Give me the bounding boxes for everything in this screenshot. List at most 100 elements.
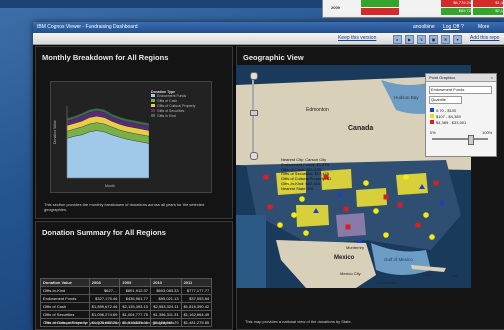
more-link[interactable]: More [478, 22, 489, 33]
legend-swatch [151, 104, 155, 107]
slider-min-label: 0% [430, 130, 436, 135]
pacific-water [236, 215, 266, 288]
table-header: 2009 [119, 278, 151, 287]
table-row: Gifts of Securities $1,096,274.69 $1,004,7… [40, 310, 213, 319]
table-cell-value: $2,158,641.79 [149, 318, 182, 327]
zoom-in-icon[interactable] [250, 72, 258, 80]
table-cell-value: $1,225,657.25 [88, 318, 121, 327]
map-point-marker[interactable] [363, 180, 369, 186]
point-legend-swatch [430, 120, 434, 124]
point-legend-item: $4,389 - $33,001 [430, 120, 492, 126]
map-point-marker[interactable] [383, 232, 389, 238]
field-select[interactable]: Endowment Funds [429, 86, 492, 94]
legend-item: Gifts in Kind [151, 114, 209, 119]
background-cell: $65.72 [441, 8, 471, 15]
background-green-cell [361, 0, 399, 7]
table-row-label: Endowment Funds [40, 294, 90, 303]
point-graphics-title: Point Graphics [429, 75, 456, 80]
email-icon[interactable]: ✉ [441, 35, 450, 44]
map-point-marker[interactable] [423, 212, 429, 218]
point-legend-label: $107 - $4,389 [436, 114, 461, 119]
state-shaded [336, 213, 366, 237]
table-cell-value: $1,096,274.69 [88, 310, 121, 319]
legend-label: Endowment Funds [157, 94, 187, 98]
y-axis-label: Donation Value [53, 120, 57, 144]
map-point-marker[interactable] [267, 204, 273, 210]
table-cell-value: $777,177.77 [180, 286, 213, 295]
map-point-marker[interactable] [429, 234, 435, 240]
geo-caption: This map provides a national view of the… [245, 319, 352, 324]
table-cell-value: $1,481,275.65 [180, 318, 213, 327]
map-label-hudson-bay: Hudson Bay [394, 95, 419, 100]
add-report-link[interactable]: Add this repo [470, 33, 499, 44]
table-row: Gifts of Cultural Property $1,225,657.25 $… [40, 318, 213, 327]
map-label-canada: Canada [348, 125, 374, 132]
toolbar: Keep this version ▸ ▶ ↯ ▣ ✉ ▾ Add this r… [33, 33, 504, 45]
opacity-handle[interactable] [468, 135, 474, 145]
map-label-cuba: Cuba [422, 272, 432, 277]
print-icon[interactable]: ▸ [393, 35, 402, 44]
table-cell-value: $1,356,311.31 [149, 310, 182, 319]
legend-label: Gifts of Securities [157, 109, 185, 113]
table-cell-value: $603,083.33 [149, 286, 182, 295]
metric-select[interactable]: Quantile [429, 96, 462, 104]
table-cell-value: $627,... [88, 286, 121, 295]
map-point-marker[interactable] [433, 180, 439, 186]
table-cell-value: $1,915,535.61 [119, 318, 151, 327]
map-point-marker[interactable] [277, 222, 283, 228]
legend-label: Gifts in Kind [157, 114, 176, 118]
zoom-out-icon[interactable] [250, 152, 258, 160]
x-axis-label: Month [105, 184, 115, 188]
map-point-marker[interactable] [263, 174, 269, 180]
logoff-link[interactable]: Log Off [443, 22, 459, 33]
map-label-guatemala: Guatemala [376, 280, 396, 285]
map-tooltip: Nearest City: Carson City Endowment Funds… [281, 157, 359, 210]
state-shaded [396, 173, 428, 195]
map-point-marker[interactable] [415, 222, 421, 228]
table-row-label: Gifts of Cultural Property [40, 318, 90, 327]
legend-swatch [151, 99, 155, 102]
help-icon[interactable]: ? [461, 22, 464, 33]
state-shaded [356, 188, 387, 207]
legend-label: Gifts of Cultural Property [157, 104, 196, 108]
table-cell-value: $1,899,672.46 [88, 302, 121, 311]
keep-version-link[interactable]: Keep this version [338, 33, 376, 44]
save-icon[interactable]: ▣ [429, 35, 438, 44]
table-row-label: Gifts of Cash [40, 302, 90, 311]
table-row-label: Gifts-In-Kind [40, 286, 90, 295]
zoom-handle[interactable] [250, 110, 258, 116]
point-legend-label: $4,389 - $33,001 [436, 120, 467, 125]
table-cell-value: $891,912.37 [119, 286, 151, 295]
table-header: 2011 [180, 278, 213, 287]
table-row: Gifts of Cash $1,899,672.46 $2,135,393.10 $… [40, 302, 213, 311]
opacity-slider[interactable] [432, 138, 488, 140]
format-icon[interactable]: ▾ [453, 35, 462, 44]
monthly-panel: Monthly Breakdown for All Regions Donati… [35, 46, 233, 219]
map-point-marker[interactable] [397, 202, 403, 208]
map-point-marker[interactable] [291, 212, 297, 218]
table-cell-value: $1,815,390.42 [180, 302, 213, 311]
slider-max-label: 100% [482, 130, 493, 135]
background-cell: $2,1 [473, 8, 503, 15]
table-header: 2010 [149, 278, 182, 287]
drill-icon[interactable]: ↯ [417, 35, 426, 44]
table-header: 2008 [88, 278, 121, 287]
legend-swatch [151, 114, 155, 117]
map-label-monterrey: Monterrey [346, 245, 365, 250]
user-name: anoolbine [413, 24, 435, 30]
monthly-caption: This section provides the monthly breakd… [44, 202, 205, 212]
map-point-marker[interactable] [303, 230, 309, 236]
summary-title: Donation Summary for All Regions [42, 228, 166, 237]
metric-select-value: Quantile [431, 97, 446, 102]
point-legend-swatch [430, 108, 434, 112]
map-point-marker[interactable] [383, 194, 389, 200]
table-cell-value: $2,135,393.10 [119, 302, 151, 311]
tooltip-line: Nearest State: NV [281, 185, 314, 191]
map-point-marker[interactable] [345, 224, 351, 230]
close-icon[interactable]: × [491, 74, 493, 81]
map-point-marker[interactable] [373, 208, 379, 214]
zoom-slider[interactable] [250, 72, 258, 160]
run-icon[interactable]: ▶ [405, 35, 414, 44]
table-cell-value: $1,162,664.49 [180, 310, 213, 319]
map-point-marker[interactable] [403, 174, 409, 180]
